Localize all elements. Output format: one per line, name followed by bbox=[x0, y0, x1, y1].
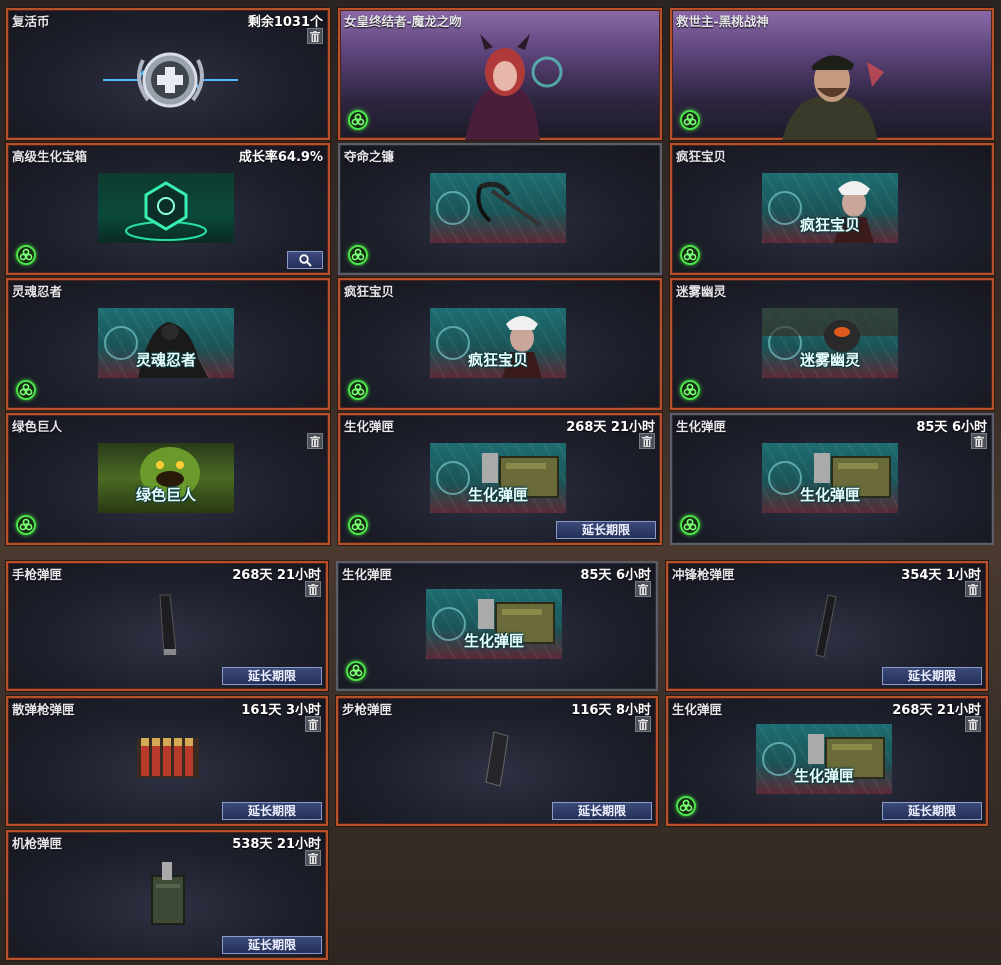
character-portrait bbox=[465, 34, 563, 140]
item-growth-rate: 成长率64.9% bbox=[238, 150, 323, 165]
item-title: 夺命之镰 bbox=[344, 149, 395, 164]
artwork-label: 迷雾幽灵 bbox=[799, 351, 860, 369]
item-title: 生化弹匣 bbox=[342, 567, 393, 582]
item-title: 高级生化宝箱 bbox=[12, 149, 88, 164]
biohazard-icon bbox=[348, 110, 368, 130]
item-card-rifle-magazine[interactable]: 步枪弹匣 116天 8小时 延长期限 bbox=[336, 696, 658, 826]
item-card-queen-terminator[interactable]: 女皇终结者-魔龙之吻 bbox=[338, 8, 662, 140]
item-card-bio-magazine[interactable]: 生化弹匣 85天 6小时 生化弹匣 bbox=[336, 561, 658, 691]
item-card-bio-magazine[interactable]: 生化弹匣 85天 6小时 生化弹匣 bbox=[670, 413, 994, 545]
shotgun-shell-holder-icon bbox=[137, 738, 199, 778]
item-card-death-scythe[interactable]: 夺命之镰 bbox=[338, 143, 662, 275]
item-card-bio-magazine[interactable]: 生化弹匣 268天 21小时 生化弹匣 延长期限 bbox=[666, 696, 988, 826]
trash-icon[interactable] bbox=[965, 581, 981, 597]
item-artwork: 迷雾幽灵 bbox=[762, 308, 898, 378]
magnifier-icon[interactable] bbox=[287, 251, 323, 269]
trash-icon[interactable] bbox=[307, 433, 323, 449]
item-card-mg-magazine[interactable]: 机枪弹匣 538天 21小时 延长期限 bbox=[6, 830, 328, 960]
item-artwork: 绿色巨人 bbox=[98, 443, 234, 513]
item-card-revive-coin[interactable]: 复活币 剩余1031个 bbox=[6, 8, 330, 140]
biohazard-icon bbox=[680, 245, 700, 265]
biohazard-icon bbox=[680, 110, 700, 130]
item-artwork: 生化弹匣 bbox=[762, 443, 898, 513]
extend-duration-button[interactable]: 延长期限 bbox=[882, 667, 982, 685]
item-title: 生化弹匣 bbox=[672, 702, 723, 717]
item-artwork: 疯狂宝贝 bbox=[430, 308, 566, 378]
trash-icon[interactable] bbox=[305, 850, 321, 866]
item-title: 女皇终结者-魔龙之吻 bbox=[344, 14, 462, 29]
extend-duration-button[interactable]: 延长期限 bbox=[222, 802, 322, 820]
item-title: 生化弹匣 bbox=[344, 419, 395, 434]
item-title: 复活币 bbox=[12, 14, 50, 29]
item-artwork: 生化弹匣 bbox=[756, 724, 892, 794]
artwork-label: 疯狂宝贝 bbox=[799, 216, 860, 234]
biohazard-icon bbox=[346, 661, 366, 681]
biohazard-icon bbox=[16, 245, 36, 265]
biohazard-icon bbox=[348, 245, 368, 265]
item-title: 迷雾幽灵 bbox=[676, 284, 727, 299]
biohazard-icon bbox=[348, 515, 368, 535]
item-title: 救世主-黑桃战神 bbox=[676, 14, 769, 29]
extend-duration-button[interactable]: 延长期限 bbox=[552, 802, 652, 820]
pistol-magazine-icon bbox=[159, 594, 177, 656]
item-title: 冲锋枪弹匣 bbox=[672, 567, 735, 582]
item-card-pistol-magazine[interactable]: 手枪弹匣 268天 21小时 延长期限 bbox=[6, 561, 328, 691]
extend-duration-button[interactable]: 延长期限 bbox=[556, 521, 656, 539]
item-artwork: 生化弹匣 bbox=[426, 589, 562, 659]
item-title: 灵魂忍者 bbox=[12, 284, 63, 299]
extend-duration-button[interactable]: 延长期限 bbox=[222, 667, 322, 685]
item-card-mist-ghost[interactable]: 迷雾幽灵 迷雾幽灵 bbox=[670, 278, 994, 410]
item-title: 手枪弹匣 bbox=[12, 567, 63, 582]
character-portrait bbox=[782, 55, 884, 140]
item-artwork bbox=[430, 173, 566, 243]
artwork-label: 疯狂宝贝 bbox=[467, 351, 528, 369]
item-title: 生化弹匣 bbox=[676, 419, 727, 434]
artwork-label: 生化弹匣 bbox=[799, 486, 860, 504]
trash-icon[interactable] bbox=[305, 581, 321, 597]
item-card-bio-magazine[interactable]: 生化弹匣 268天 21小时 生化弹匣 延长期限 bbox=[338, 413, 662, 545]
artwork-label: 绿色巨人 bbox=[135, 486, 196, 504]
item-title: 绿色巨人 bbox=[12, 419, 63, 434]
item-title: 步枪弹匣 bbox=[342, 702, 393, 717]
item-title: 机枪弹匣 bbox=[12, 836, 63, 851]
item-card-green-giant[interactable]: 绿色巨人 绿色巨人 bbox=[6, 413, 330, 545]
item-card-soul-ninja[interactable]: 灵魂忍者 灵魂忍者 bbox=[6, 278, 330, 410]
trash-icon[interactable] bbox=[971, 433, 987, 449]
smg-magazine-icon bbox=[815, 594, 837, 658]
item-title: 散弹枪弹匣 bbox=[12, 702, 75, 717]
extend-duration-button[interactable]: 延长期限 bbox=[222, 936, 322, 954]
revive-coin-icon bbox=[103, 52, 238, 108]
item-card-savior-spade[interactable]: 救世主-黑桃战神 bbox=[670, 8, 994, 140]
item-artwork: 生化弹匣 bbox=[430, 443, 566, 513]
biohazard-icon bbox=[680, 380, 700, 400]
item-artwork bbox=[98, 173, 234, 243]
artwork-label: 生化弹匣 bbox=[793, 767, 854, 785]
trash-icon[interactable] bbox=[635, 581, 651, 597]
item-title: 疯狂宝贝 bbox=[344, 284, 395, 299]
trash-icon[interactable] bbox=[635, 716, 651, 732]
item-card-crazy-baby[interactable]: 疯狂宝贝 疯狂宝贝 bbox=[338, 278, 662, 410]
trash-icon[interactable] bbox=[639, 433, 655, 449]
trash-icon[interactable] bbox=[305, 716, 321, 732]
item-card-crazy-baby[interactable]: 疯狂宝贝 疯狂宝贝 bbox=[670, 143, 994, 275]
mg-ammo-box-icon bbox=[151, 862, 185, 925]
item-card-smg-magazine[interactable]: 冲锋枪弹匣 354天 1小时 延长期限 bbox=[666, 561, 988, 691]
artwork-label: 生化弹匣 bbox=[463, 632, 524, 650]
item-card-advanced-bio-box[interactable]: 高级生化宝箱 成长率64.9% bbox=[6, 143, 330, 275]
biohazard-icon bbox=[680, 515, 700, 535]
biohazard-icon bbox=[348, 380, 368, 400]
item-artwork: 疯狂宝贝 bbox=[762, 173, 898, 243]
trash-icon[interactable] bbox=[965, 716, 981, 732]
trash-icon[interactable] bbox=[307, 28, 323, 44]
biohazard-icon bbox=[16, 380, 36, 400]
rifle-magazine-icon bbox=[485, 731, 509, 787]
item-card-shotgun-magazine[interactable]: 散弹枪弹匣 161天 3小时 延长期限 bbox=[6, 696, 328, 826]
biohazard-icon bbox=[676, 796, 696, 816]
extend-duration-button[interactable]: 延长期限 bbox=[882, 802, 982, 820]
biohazard-icon bbox=[16, 515, 36, 535]
artwork-label: 生化弹匣 bbox=[467, 486, 528, 504]
item-artwork: 灵魂忍者 bbox=[98, 308, 234, 378]
artwork-label: 灵魂忍者 bbox=[135, 351, 196, 369]
item-title: 疯狂宝贝 bbox=[676, 149, 727, 164]
